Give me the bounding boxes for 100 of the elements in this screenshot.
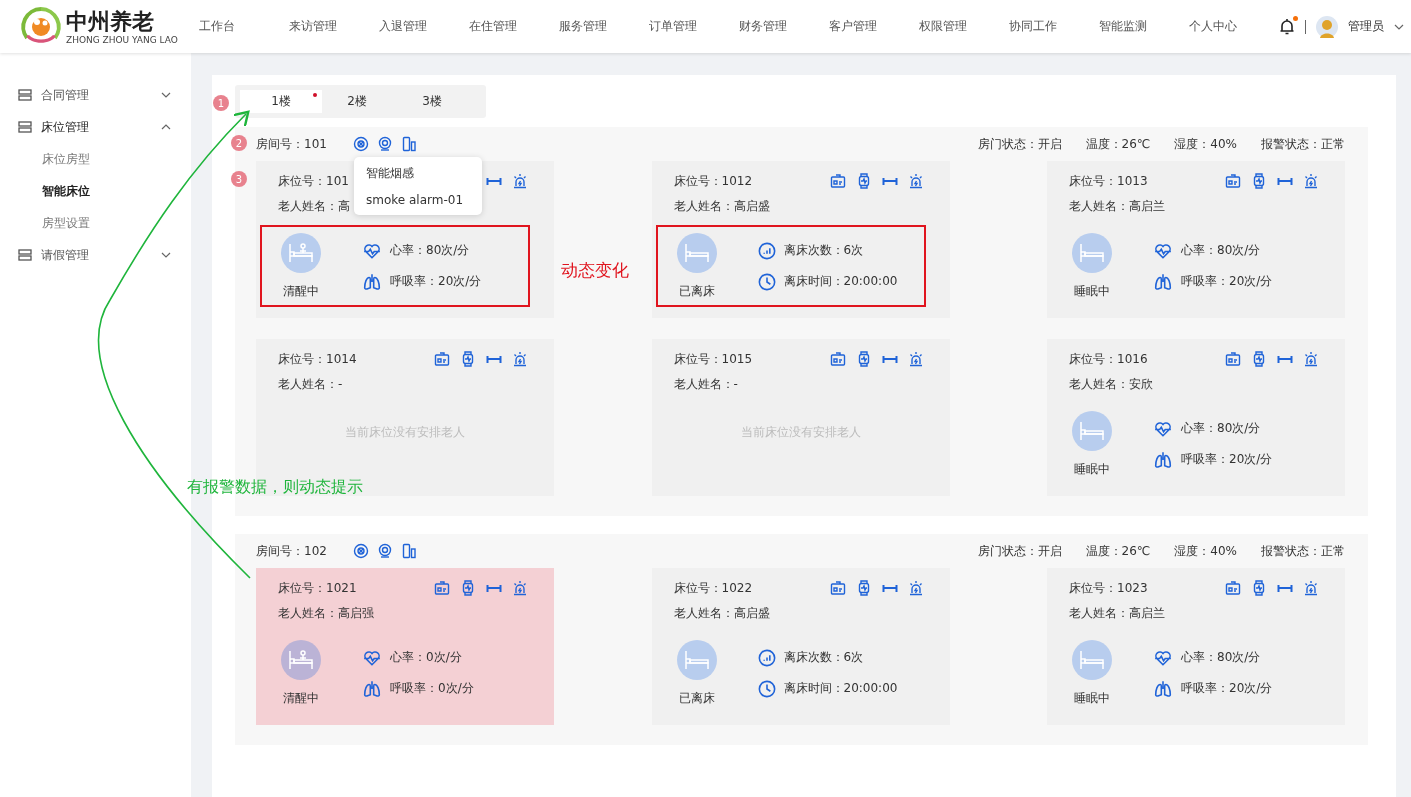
bar-chart-icon (757, 648, 776, 667)
chevron-down-icon (161, 252, 171, 258)
nav-link[interactable]: 订单管理 (648, 18, 739, 35)
elder-name: 老人姓名：高启兰 (1069, 198, 1165, 215)
room-status: 房门状态：开启 (977, 135, 1062, 153)
device-icon (400, 136, 417, 152)
bed-number: 床位号：1022 (673, 580, 754, 597)
bed-status: 已离床 (678, 282, 715, 300)
room-status: 报警状态：正常 (1261, 135, 1345, 153)
nav-link[interactable]: 智能监测 (1098, 18, 1189, 35)
tooltip-title: 智能烟感 (366, 165, 415, 182)
bed-status: 已离床 (678, 689, 715, 707)
alarm-icon (512, 173, 528, 189)
lungs-icon (1153, 272, 1173, 291)
id-badge-icon (829, 351, 846, 367)
room-status: 湿度：40% (1174, 135, 1237, 153)
alarm-icon (1303, 351, 1319, 367)
logo-title: 中州养老 (66, 8, 155, 35)
sidebar-group[interactable]: 床位管理 (0, 111, 191, 143)
sidebar-item[interactable]: 床位房型 (0, 143, 191, 175)
nav-link[interactable]: 工作台 (198, 18, 289, 35)
user-name[interactable]: 管理员 (1347, 18, 1384, 35)
metric-value: 心率：0次/分 (390, 649, 462, 666)
metric-value: 呼吸率：20次/分 (1181, 451, 1273, 468)
floor-tab[interactable]: 2楼 (322, 90, 392, 113)
alarm-icon (907, 351, 924, 367)
id-badge-icon (434, 580, 450, 596)
id-badge-icon (1225, 173, 1241, 189)
metric-value: 心率：80次/分 (1181, 649, 1261, 666)
heartbeat-icon (362, 241, 382, 260)
nav-link[interactable]: 权限管理 (918, 18, 1009, 35)
bed-status: 睡眠中 (1074, 282, 1110, 300)
bell-icon[interactable] (1278, 18, 1295, 35)
metric-value: 心率：80次/分 (390, 242, 470, 259)
chevron-down-icon (161, 92, 171, 98)
nav-link[interactable]: 来访管理 (288, 18, 379, 35)
nav-link[interactable]: 在住管理 (468, 18, 559, 35)
bed-status: 清醒中 (283, 282, 319, 300)
watch-icon (1251, 173, 1267, 189)
watch-icon (460, 580, 476, 596)
sidebar-group[interactable]: 请假管理 (0, 239, 191, 271)
bed-number: 床位号：1016 (1069, 351, 1149, 368)
device-icon (400, 543, 417, 559)
bed-icon (1079, 648, 1105, 671)
bed-icon (1079, 419, 1105, 442)
tooltip-subtitle: smoke alarm-01 (366, 193, 465, 207)
bed-number: 床位号：1023 (1069, 580, 1149, 597)
metric-value: 心率：80次/分 (1181, 242, 1261, 259)
id-badge-icon (829, 580, 846, 596)
bed-number: 床位号：101 (278, 173, 350, 190)
alarm-icon (907, 173, 924, 189)
server-icon (18, 121, 32, 133)
sidebar-item[interactable]: 房型设置 (0, 207, 191, 239)
metric-value: 离床次数：6次 (783, 649, 864, 666)
elder-name: 老人姓名：高启兰 (1069, 605, 1165, 622)
id-badge-icon (1225, 580, 1241, 596)
watch-icon (1251, 351, 1267, 367)
heartbeat-icon (1153, 648, 1173, 667)
elder-name: 老人姓名：高启盛 (673, 198, 770, 215)
nav-link[interactable]: 个人中心 (1188, 18, 1279, 35)
clock-icon (757, 272, 776, 291)
person-in-bed-icon (288, 241, 314, 264)
room-number: 房间号：102 (256, 542, 327, 560)
floor-tab[interactable]: 3楼 (392, 90, 472, 113)
metric-value: 离床时间：20:00:00 (783, 680, 898, 697)
elder-name: 老人姓名：- (278, 376, 344, 393)
server-icon (18, 249, 32, 261)
id-badge-icon (829, 173, 846, 189)
chevron-down-icon (1393, 23, 1404, 30)
bed-number: 床位号：1014 (278, 351, 357, 368)
camera-icon (376, 543, 393, 559)
nav-link[interactable]: 财务管理 (738, 18, 829, 35)
bed-status: 睡眠中 (1074, 460, 1110, 478)
lungs-icon (1153, 679, 1173, 698)
bed-status: 清醒中 (283, 689, 319, 707)
heartbeat-icon (1153, 419, 1173, 438)
alarm-icon (1303, 173, 1319, 189)
heartbeat-icon (362, 648, 382, 667)
nav-link[interactable]: 协同工作 (1008, 18, 1099, 35)
bed-icon (683, 648, 710, 671)
logo-subtitle: ZHONG ZHOU YANG LAO (66, 34, 178, 45)
metric-value: 心率：80次/分 (1181, 420, 1261, 437)
sidebar-item[interactable]: 智能床位 (0, 175, 191, 207)
nav-link[interactable]: 服务管理 (558, 18, 649, 35)
floor-tab[interactable]: 1楼 (240, 90, 322, 113)
server-icon (18, 89, 32, 101)
chevron-up-icon (161, 124, 171, 130)
sidebar-group[interactable]: 合同管理 (0, 79, 191, 111)
room-status: 湿度：40% (1174, 542, 1237, 560)
nav-link[interactable]: 入退管理 (378, 18, 469, 35)
person-in-bed-icon (288, 648, 314, 671)
bed-icon (683, 241, 710, 264)
smoke-detector-icon (352, 136, 369, 152)
nav-link[interactable]: 客户管理 (828, 18, 919, 35)
elder-name: 老人姓名：- (673, 376, 739, 393)
room-number: 房间号：101 (256, 135, 327, 153)
lungs-icon (362, 679, 382, 698)
heartbeat-icon (1153, 241, 1173, 260)
watch-icon (460, 351, 476, 367)
alarm-icon (512, 351, 528, 367)
